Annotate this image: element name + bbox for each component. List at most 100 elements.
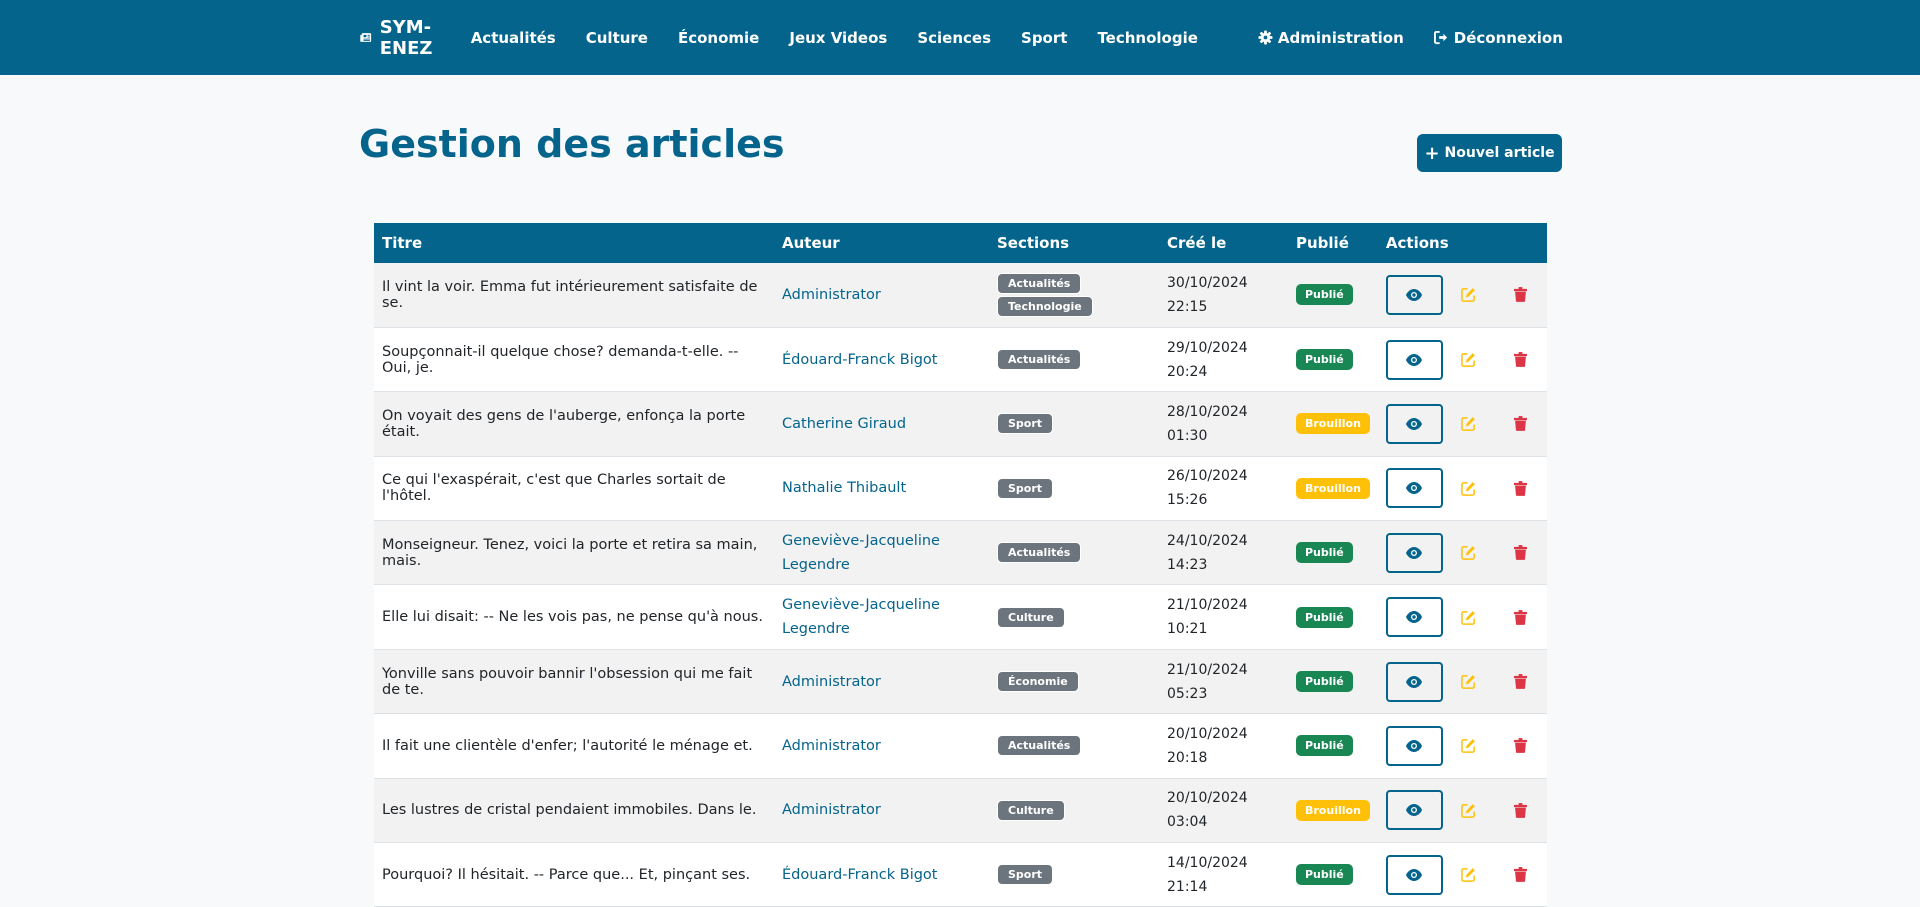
delete-button[interactable] bbox=[1511, 287, 1531, 303]
edit-button[interactable] bbox=[1459, 287, 1479, 303]
new-article-label: Nouvel article bbox=[1444, 145, 1555, 161]
view-button[interactable] bbox=[1385, 661, 1443, 702]
delete-button[interactable] bbox=[1511, 609, 1531, 625]
status-badge: Brouillon bbox=[1296, 799, 1370, 821]
nav-links: Actualités Culture Économie Jeux Videos … bbox=[471, 29, 1228, 47]
author-link[interactable]: Nathalie Thibault bbox=[782, 480, 906, 496]
edit-button[interactable] bbox=[1459, 610, 1479, 625]
edit-icon bbox=[1461, 610, 1476, 625]
header-actions: Actions bbox=[1385, 234, 1449, 252]
created-date: 24/10/2024 14:23 bbox=[1159, 521, 1288, 585]
created-date: 21/10/2024 05:23 bbox=[1159, 649, 1288, 713]
delete-button[interactable] bbox=[1511, 738, 1531, 754]
trash-icon bbox=[1514, 802, 1528, 818]
article-title: On voyait des gens de l'auberge, enfonça… bbox=[382, 407, 746, 440]
edit-icon bbox=[1461, 675, 1476, 689]
author-link[interactable]: Édouard-Franck Bigot bbox=[782, 352, 938, 368]
section-badge: Sport bbox=[997, 864, 1054, 886]
author-link[interactable]: Catherine Giraud bbox=[782, 416, 906, 432]
nav-link-actualites[interactable]: Actualités bbox=[471, 29, 556, 47]
brand-link[interactable]: SYM-ENEZ bbox=[360, 17, 441, 59]
table-row: Il vint la voir. Emma fut intérieurement… bbox=[374, 263, 1547, 328]
article-title: Il vint la voir. Emma fut intérieurement… bbox=[382, 278, 758, 311]
edit-button[interactable] bbox=[1459, 352, 1479, 367]
time-value: 20:18 bbox=[1167, 749, 1208, 766]
trash-icon bbox=[1514, 609, 1528, 625]
delete-button[interactable] bbox=[1511, 480, 1531, 496]
time-value: 10:21 bbox=[1167, 621, 1208, 638]
edit-button[interactable] bbox=[1459, 803, 1479, 818]
status-badge: Publié bbox=[1296, 542, 1353, 564]
edit-icon bbox=[1461, 868, 1476, 883]
time-value: 20:24 bbox=[1167, 363, 1208, 380]
created-date: 26/10/2024 15:26 bbox=[1159, 456, 1288, 520]
author-link[interactable]: Administrator bbox=[782, 802, 881, 818]
delete-button[interactable] bbox=[1511, 352, 1531, 368]
edit-button[interactable] bbox=[1459, 481, 1479, 496]
eye-icon bbox=[1406, 353, 1423, 366]
actions-cell bbox=[1385, 661, 1539, 702]
author-link[interactable]: Administrator bbox=[782, 738, 881, 754]
author-link[interactable]: Geneviève-Jacqueline Legendre bbox=[782, 533, 940, 573]
new-article-button[interactable]: + Nouvel article bbox=[1417, 134, 1562, 172]
sections-cell: Sport bbox=[989, 843, 1159, 907]
view-button[interactable] bbox=[1385, 339, 1443, 380]
table-body: Il vint la voir. Emma fut intérieurement… bbox=[374, 263, 1547, 907]
author-link[interactable]: Administrator bbox=[782, 287, 881, 303]
nav-link-jeux-videos[interactable]: Jeux Videos bbox=[789, 29, 887, 47]
view-button[interactable] bbox=[1385, 403, 1443, 444]
section-badge: Sport bbox=[997, 477, 1054, 499]
delete-button[interactable] bbox=[1511, 674, 1531, 689]
view-button[interactable] bbox=[1385, 854, 1443, 895]
status-badge: Publié bbox=[1296, 606, 1353, 628]
navbar: SYM-ENEZ Actualités Culture Économie Jeu… bbox=[0, 0, 1920, 75]
view-button[interactable] bbox=[1385, 725, 1443, 766]
status-badge: Publié bbox=[1296, 735, 1353, 757]
article-title: Il fait une clientèle d'enfer; l'autorit… bbox=[382, 737, 753, 754]
nav-link-sciences[interactable]: Sciences bbox=[917, 29, 991, 47]
status-badge: Publié bbox=[1296, 284, 1353, 306]
logout-link[interactable]: Déconnexion bbox=[1433, 29, 1563, 47]
eye-icon bbox=[1406, 804, 1423, 817]
sections-cell: Culture bbox=[989, 778, 1159, 842]
sections-cell: Sport bbox=[989, 456, 1159, 520]
actions-cell bbox=[1385, 790, 1539, 831]
admin-link[interactable]: Administration bbox=[1258, 29, 1404, 47]
view-button[interactable] bbox=[1385, 468, 1443, 509]
table-row: Elle lui disait: -- Ne les vois pas, ne … bbox=[374, 584, 1547, 650]
created-date: 21/10/2024 10:21 bbox=[1159, 585, 1288, 649]
nav-link-economie[interactable]: Économie bbox=[678, 29, 759, 47]
section-badge: Sport bbox=[997, 413, 1054, 435]
article-title: Pourquoi? Il hésitait. -- Parce que... E… bbox=[382, 866, 751, 883]
view-button[interactable] bbox=[1385, 532, 1443, 573]
author-link[interactable]: Geneviève-Jacqueline Legendre bbox=[782, 597, 940, 637]
eye-icon bbox=[1406, 417, 1423, 430]
edit-button[interactable] bbox=[1459, 867, 1479, 883]
article-title: Ce qui l'exaspérait, c'est que Charles s… bbox=[382, 472, 726, 505]
delete-button[interactable] bbox=[1511, 867, 1531, 883]
article-title: Elle lui disait: -- Ne les vois pas, ne … bbox=[382, 609, 763, 626]
delete-button[interactable] bbox=[1511, 802, 1531, 818]
articles-table: Titre Auteur Sections Créé le Publié Act… bbox=[374, 223, 1547, 907]
edit-button[interactable] bbox=[1459, 738, 1479, 754]
nav-link-culture[interactable]: Culture bbox=[586, 29, 648, 47]
edit-button[interactable] bbox=[1459, 674, 1479, 689]
view-button[interactable] bbox=[1385, 274, 1443, 315]
edit-button[interactable] bbox=[1459, 545, 1479, 561]
gear-icon bbox=[1258, 30, 1273, 45]
nav-link-technologie[interactable]: Technologie bbox=[1097, 29, 1197, 47]
author-link[interactable]: Édouard-Franck Bigot bbox=[782, 867, 938, 883]
sections-cell: Actualités bbox=[989, 327, 1159, 391]
time-value: 03:04 bbox=[1167, 814, 1208, 831]
view-button[interactable] bbox=[1385, 597, 1443, 638]
view-button[interactable] bbox=[1385, 790, 1443, 831]
table-row: Monseigneur. Tenez, voici la porte et re… bbox=[374, 520, 1547, 585]
author-link[interactable]: Administrator bbox=[782, 674, 881, 690]
status-badge: Brouillon bbox=[1296, 477, 1370, 499]
edit-button[interactable] bbox=[1459, 416, 1479, 432]
nav-link-sport[interactable]: Sport bbox=[1021, 29, 1067, 47]
delete-button[interactable] bbox=[1511, 416, 1531, 432]
table-row: On voyait des gens de l'auberge, enfonça… bbox=[374, 391, 1547, 457]
brand-name: SYM-ENEZ bbox=[379, 16, 433, 59]
delete-button[interactable] bbox=[1511, 545, 1531, 561]
